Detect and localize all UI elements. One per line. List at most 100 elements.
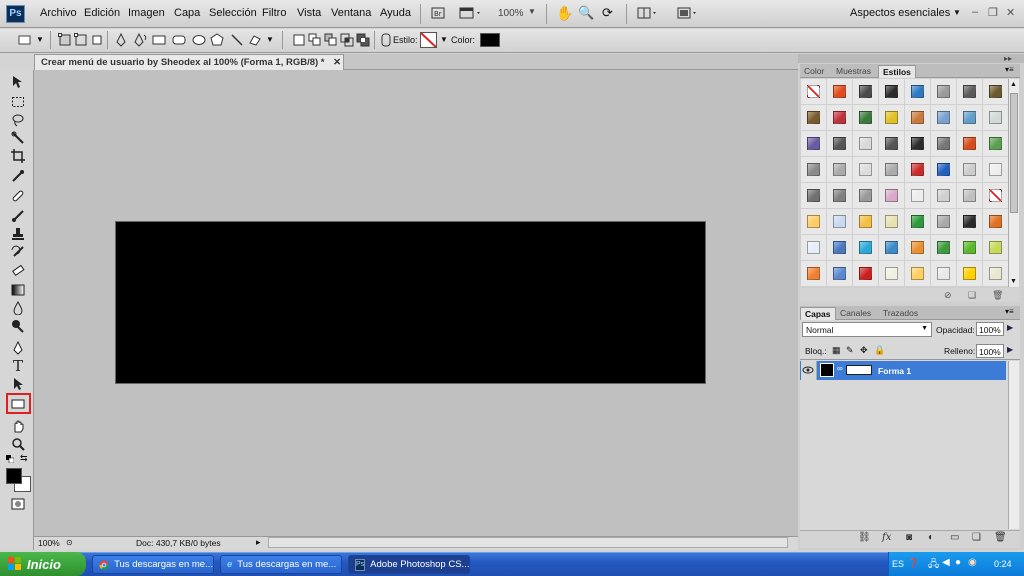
opacity-field[interactable]: 100%: [976, 322, 1004, 336]
menu-archivo[interactable]: Archivo: [40, 7, 77, 19]
lasso-tool-icon[interactable]: [8, 112, 28, 128]
add-mask-icon[interactable]: ◙: [906, 532, 912, 543]
style-swatch[interactable]: [879, 131, 905, 157]
style-swatch[interactable]: [905, 183, 931, 209]
blend-mode-select[interactable]: Normal ▼: [802, 322, 932, 337]
lock-transparent-icon[interactable]: ▦: [832, 345, 841, 356]
fill-slider-icon[interactable]: ▶: [1007, 345, 1013, 354]
layers-panel-menu-icon[interactable]: ▾≡: [1005, 307, 1014, 316]
geometry-options-dropdown-icon[interactable]: ▼: [266, 35, 274, 44]
style-swatch[interactable]: [931, 131, 957, 157]
restore-icon[interactable]: ❐: [988, 6, 998, 19]
opacity-slider-icon[interactable]: ▶: [1007, 323, 1013, 332]
tab-estilos[interactable]: Estilos: [878, 65, 916, 78]
hand-icon[interactable]: ✋: [556, 5, 573, 22]
tray-back-icon[interactable]: ◀: [942, 557, 950, 568]
style-swatch[interactable]: [983, 131, 1009, 157]
close-icon[interactable]: ✕: [1006, 6, 1015, 19]
style-swatch[interactable]: [905, 105, 931, 131]
styles-panel-menu-icon[interactable]: ▾≡: [1005, 65, 1014, 74]
style-swatch[interactable]: [827, 261, 853, 287]
zoom-dropdown-icon[interactable]: ▼: [528, 7, 536, 16]
language-indicator[interactable]: ES: [892, 559, 904, 569]
color-swatch[interactable]: [480, 33, 500, 47]
style-swatch[interactable]: [827, 183, 853, 209]
style-swatch[interactable]: [957, 183, 983, 209]
style-swatch[interactable]: [879, 183, 905, 209]
scroll-up-icon[interactable]: ▲: [1010, 81, 1017, 88]
style-swatch[interactable]: [983, 183, 1009, 209]
style-swatch[interactable]: [931, 261, 957, 287]
style-swatch[interactable]: [853, 105, 879, 131]
menu-imagen[interactable]: Imagen: [128, 7, 165, 19]
style-swatch[interactable]: [801, 183, 827, 209]
custom-shape-icon[interactable]: [248, 33, 262, 47]
lock-image-icon[interactable]: ✎: [846, 345, 854, 356]
style-swatch[interactable]: [931, 105, 957, 131]
workspace-dropdown-icon[interactable]: ▼: [953, 8, 961, 17]
style-swatch[interactable]: [983, 209, 1009, 235]
style-swatch[interactable]: [983, 261, 1009, 287]
style-swatch[interactable]: [801, 105, 827, 131]
tab-color[interactable]: Color: [800, 65, 828, 78]
intersect-shape-icon[interactable]: [340, 33, 354, 47]
layer-name[interactable]: Forma 1: [878, 366, 911, 376]
style-swatch[interactable]: [957, 235, 983, 261]
pen-tool-icon[interactable]: [8, 340, 28, 356]
polygon-shape-icon[interactable]: [210, 33, 224, 47]
delete-style-icon[interactable]: 🗑: [992, 290, 1003, 301]
style-swatch[interactable]: [931, 183, 957, 209]
link-layers-icon[interactable]: ⛓: [858, 532, 871, 543]
tool-preset-dropdown-icon[interactable]: ▼: [36, 35, 44, 44]
style-swatch[interactable]: [879, 79, 905, 105]
swap-colors-icon[interactable]: ⇆: [20, 453, 30, 463]
lock-all-icon[interactable]: 🔒: [874, 345, 885, 356]
style-swatch[interactable]: [853, 157, 879, 183]
delete-layer-icon[interactable]: 🗑: [994, 532, 1007, 543]
layer-link-icon[interactable]: ∞: [837, 364, 843, 373]
style-swatch[interactable]: [827, 235, 853, 261]
style-swatch[interactable]: [853, 261, 879, 287]
style-swatch[interactable]: [827, 105, 853, 131]
line-shape-icon[interactable]: [230, 33, 244, 47]
tab-capas[interactable]: Capas: [800, 307, 836, 320]
style-swatch[interactable]: [931, 209, 957, 235]
crop-tool-icon[interactable]: [8, 148, 28, 164]
style-swatch[interactable]: [957, 209, 983, 235]
tab-canales[interactable]: Canales: [836, 307, 875, 320]
ellipse-shape-icon[interactable]: [192, 33, 206, 47]
style-swatch[interactable]: [957, 157, 983, 183]
rectangle-tool-icon[interactable]: [8, 396, 28, 412]
style-swatch[interactable]: [905, 131, 931, 157]
blur-tool-icon[interactable]: [8, 300, 28, 316]
style-swatch[interactable]: [957, 261, 983, 287]
menu-filtro[interactable]: Filtro: [262, 7, 286, 19]
style-swatch[interactable]: [957, 105, 983, 131]
style-swatch[interactable]: [853, 209, 879, 235]
style-swatch[interactable]: [931, 157, 957, 183]
messenger-icon[interactable]: ●: [955, 557, 961, 568]
add-to-shape-icon[interactable]: [308, 33, 322, 47]
menu-vista[interactable]: Vista: [297, 7, 321, 19]
arrange-documents-icon[interactable]: [636, 5, 660, 23]
tool-preset-icon[interactable]: [18, 33, 32, 47]
style-swatch[interactable]: [801, 235, 827, 261]
style-swatch[interactable]: [801, 261, 827, 287]
foreground-color-swatch[interactable]: [6, 468, 22, 484]
style-dropdown-icon[interactable]: ▼: [440, 35, 448, 44]
taskbar-item-chrome[interactable]: Tus descargas en me...: [92, 555, 214, 574]
shape-layers-icon[interactable]: [58, 33, 72, 47]
layers-scrollbar[interactable]: [1008, 361, 1019, 529]
layer-thumbnail[interactable]: [820, 363, 834, 377]
style-swatch[interactable]: [827, 209, 853, 235]
document-tab[interactable]: Crear menú de usuario by Sheodex al 100%…: [34, 54, 344, 70]
eyedropper-tool-icon[interactable]: [8, 168, 28, 184]
healing-brush-tool-icon[interactable]: [8, 188, 28, 204]
zoom-level[interactable]: 100%: [498, 8, 524, 19]
taskbar-item-ie[interactable]: e Tus descargas en me...: [220, 555, 342, 574]
style-swatch[interactable]: [983, 235, 1009, 261]
style-swatch[interactable]: [853, 235, 879, 261]
style-swatch[interactable]: [957, 79, 983, 105]
style-swatch[interactable]: [801, 131, 827, 157]
menu-capa[interactable]: Capa: [174, 7, 200, 19]
